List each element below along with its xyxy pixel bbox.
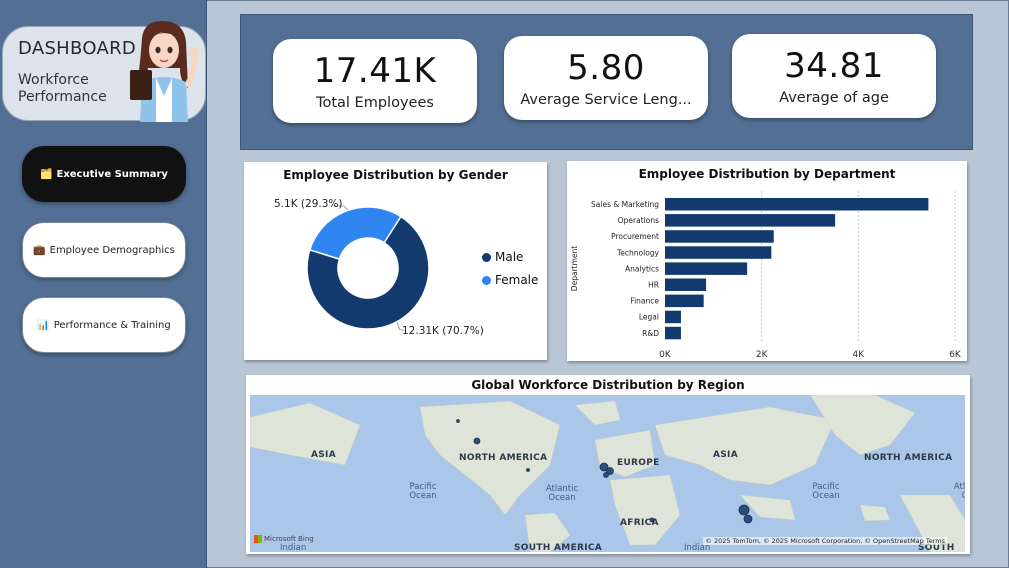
bar-analytics[interactable] [665, 262, 748, 275]
kpi-band: 17.41K Total Employees 5.80 Average Serv… [240, 14, 973, 150]
category-label: Sales & Marketing [591, 200, 659, 209]
kpi-average-age: 34.81 Average of age [732, 34, 936, 118]
category-label: Procurement [611, 232, 659, 241]
legend-female-dot [482, 275, 491, 285]
category-label: Operations [618, 216, 659, 225]
bar-r-d[interactable] [665, 326, 681, 340]
kpi-value: 34.81 [784, 46, 884, 86]
nav-label: Performance & Training [53, 319, 171, 331]
nav-employee-demographics[interactable]: 💼 Employee Demographics [22, 222, 186, 278]
category-label: Analytics [625, 264, 659, 273]
category-label: R&D [642, 329, 659, 338]
x-tick-label: 4K [853, 350, 866, 360]
map-title: Global Workforce Distribution by Region [471, 378, 745, 392]
legend-male-dot [482, 252, 491, 262]
kpi-label: Average of age [779, 90, 889, 106]
x-tick-label: 2K [756, 350, 769, 360]
kpi-average-service-length: 5.80 Average Service Leng... [504, 36, 708, 120]
map-bubbles [456, 419, 753, 524]
kpi-total-employees: 17.41K Total Employees [273, 39, 477, 123]
nav-executive-summary[interactable]: 🗂️ Executive Summary [22, 146, 186, 202]
department-chart-panel: Employee Distribution by Department Depa… [567, 161, 967, 361]
legend-label: Female [495, 273, 539, 287]
nav-performance-training[interactable]: 📊 Performance & Training [22, 297, 186, 353]
kpi-label: Average Service Leng... [520, 92, 692, 108]
world-map[interactable]: ASIA NORTH AMERICA EUROPE ASIA NORTH AME… [250, 395, 965, 552]
category-label: HR [648, 281, 659, 290]
male-data-label: 12.31K (70.7%) [402, 325, 484, 337]
bar-chart-icon: 📊 [37, 319, 50, 331]
bar-hr[interactable] [665, 278, 707, 292]
folder-icon: 🗂️ [40, 168, 53, 180]
kpi-value: 5.80 [567, 48, 645, 88]
map-panel: Global Workforce Distribution by Region … [246, 375, 970, 554]
bar-technology[interactable] [665, 246, 772, 259]
legend-male[interactable]: Male [482, 250, 523, 264]
briefcase-icon: 💼 [33, 244, 46, 256]
bar-operations[interactable] [665, 214, 836, 227]
dashboard-title: DASHBOARD [18, 38, 137, 59]
nav-label: Executive Summary [56, 168, 168, 180]
kpi-label: Total Employees [316, 95, 434, 111]
map-attribution[interactable]: © 2025 TomTom, © 2025 Microsoft Corporat… [703, 537, 947, 545]
dashboard-subtitle: Workforce Performance [18, 72, 107, 105]
kpi-value: 17.41K [313, 51, 437, 91]
bar-procurement[interactable] [665, 230, 774, 243]
bing-brand-label: Microsoft Bing [264, 535, 314, 543]
legend-female[interactable]: Female [482, 273, 538, 287]
legend-label: Male [495, 250, 524, 264]
nav-label: Employee Demographics [49, 244, 175, 256]
bing-logo: Microsoft Bing [254, 535, 314, 543]
gender-chart-panel: Employee Distribution by Gender 5.1K (29… [244, 162, 547, 360]
bar-sales-marketing[interactable] [665, 198, 929, 211]
donut-slice-female[interactable] [308, 206, 402, 261]
x-tick-label: 0K [659, 350, 672, 360]
bar-legal[interactable] [665, 310, 681, 324]
microsoft-logo-icon [254, 535, 262, 543]
category-label: Finance [630, 297, 659, 306]
category-label: Legal [639, 313, 659, 322]
avatar-illustration [130, 20, 199, 122]
bar-finance[interactable] [665, 294, 704, 308]
female-data-label: 5.1K (29.3%) [274, 198, 343, 210]
category-label: Technology [616, 248, 660, 257]
sidebar: DASHBOARD Workforce Performance 🗂️ Execu… [0, 0, 207, 568]
x-tick-label: 6K [949, 350, 962, 360]
department-bar-chart: 0K 2K 4K 6K Sales & Marketing Operations Procu… [591, 191, 962, 360]
